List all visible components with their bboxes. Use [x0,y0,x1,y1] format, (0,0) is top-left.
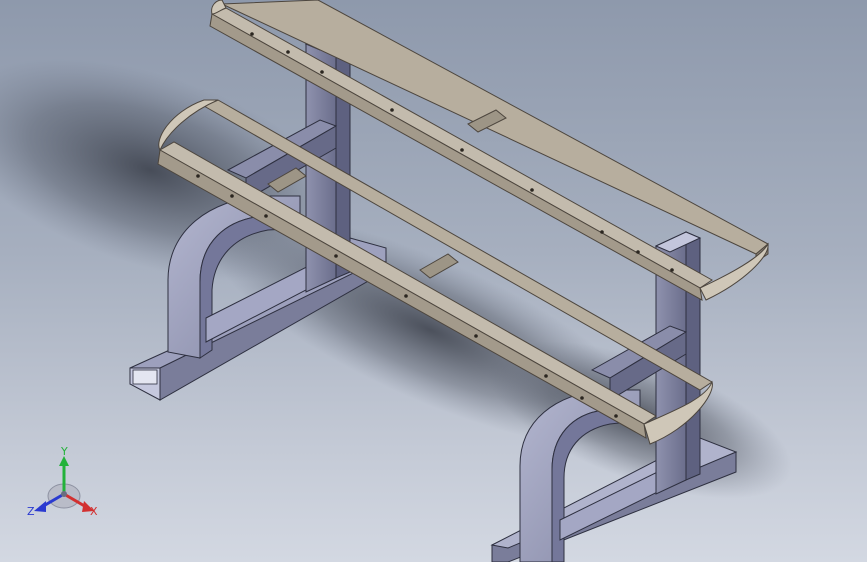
z-axis-label: Z [27,505,35,518]
dumbbell-rack-model[interactable] [0,0,867,562]
y-axis-label: Y [60,446,68,458]
triad-graphic: Y X Z [27,445,98,518]
view-orientation-triad[interactable]: Y X Z [24,445,104,526]
x-axis-label: X [90,505,98,518]
cad-viewport[interactable]: Y X Z [0,0,867,562]
